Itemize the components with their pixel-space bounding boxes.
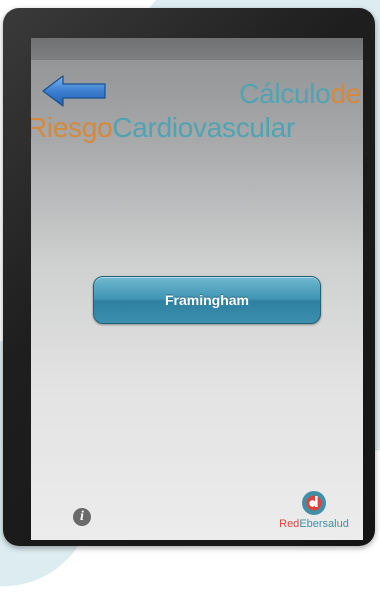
page-title-line1: Cálculode xyxy=(239,78,361,110)
framingham-button[interactable]: Framingham xyxy=(93,276,321,324)
redebersalud-logo: RedEbersalud xyxy=(269,490,359,538)
title-text-cardiovascular: Cardiovascular xyxy=(112,112,295,143)
info-icon-glyph: i xyxy=(80,509,84,524)
tablet-frame: Cálculode RiesgoCardiovascular Framingha… xyxy=(3,8,375,546)
redebersalud-logo-icon xyxy=(302,491,326,515)
app-screen: Cálculode RiesgoCardiovascular Framingha… xyxy=(31,38,363,540)
status-bar xyxy=(31,38,363,60)
back-arrow-icon[interactable] xyxy=(41,74,107,108)
logo-text: RedEbersalud xyxy=(269,518,359,531)
logo-text-red: Red xyxy=(279,518,300,530)
title-text-de: de xyxy=(330,78,361,109)
info-icon[interactable]: i xyxy=(73,508,91,526)
title-text-riesgo: Riesgo xyxy=(31,112,113,143)
logo-text-ebersalud: Ebersalud xyxy=(299,518,349,530)
framingham-button-label: Framingham xyxy=(164,292,249,308)
page-title-line2: RiesgoCardiovascular xyxy=(31,112,295,144)
title-text-calculo: Cálculo xyxy=(239,78,331,109)
